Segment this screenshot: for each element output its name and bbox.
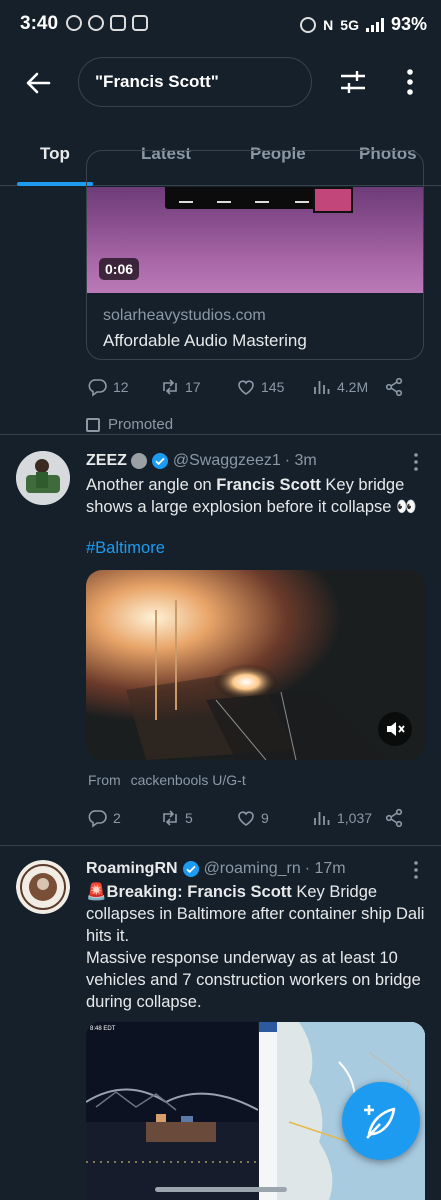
back-arrow-icon[interactable] [22,67,54,99]
promoted-icon [86,417,100,432]
repost-count: 5 [185,810,193,826]
status-bar: 3:40 N 5G 93% [0,0,441,52]
tweet-text: Another angle on Francis Scott Key bridg… [86,476,417,516]
repost-icon [163,379,177,395]
views-icon [314,812,330,825]
tweet-header: ZEEZ @Swaggzeez1 · 3m [86,452,317,470]
more-options-icon[interactable] [413,860,419,880]
video-frame [86,570,426,760]
repost-count: 17 [185,379,201,395]
handle[interactable]: @Swaggzeez1 [173,452,281,470]
views-button[interactable]: 1,037 [312,808,372,828]
repost-button[interactable]: 5 [160,808,193,828]
active-tab-indicator [17,182,93,186]
reply-button[interactable]: 12 [88,377,129,397]
tweet-header: RoamingRN @roaming_rn · 17m [86,860,346,878]
app-icon [110,15,126,31]
promoted-label: Promoted [86,416,173,433]
signal-icon [365,17,384,32]
repost-icon [163,810,177,826]
reply-count: 2 [113,810,121,826]
display-name[interactable]: ZEEZ [86,452,127,470]
messenger-icon [88,15,104,31]
home-indicator[interactable] [155,1187,287,1192]
emoji-icon [130,453,147,469]
more-options-icon[interactable] [413,452,419,472]
tweet-image-bridge[interactable]: 8:48 EDT [86,1022,258,1200]
filter-icon[interactable] [338,67,368,97]
display-name[interactable]: RoamingRN [86,860,178,878]
views-count: 1,037 [337,810,373,826]
lock-icon [132,15,148,31]
game-controller-icon [66,15,82,31]
video-source: From cackenbools U/G-t [88,772,246,788]
ad-title[interactable]: Affordable Audio Mastering [103,331,307,351]
compose-button[interactable] [342,1082,420,1160]
like-count: 145 [261,379,285,395]
ad-domain[interactable]: solarheavystudios.com [103,307,266,325]
verified-icon [151,453,168,469]
share-button[interactable] [384,377,404,397]
tab-top[interactable]: Top [40,144,70,164]
battery-level: 93% [390,14,427,34]
more-vertical-icon[interactable] [398,67,422,97]
system-icons: N 5G 93% [300,14,427,35]
hashtag-link[interactable]: #Baltimore [86,539,165,558]
status-time: 3:40 [20,13,59,34]
image-timestamp: 8:48 EDT [90,1026,116,1032]
search-header: "Francis Scott" [0,55,441,111]
share-button[interactable] [384,808,404,828]
network-type: 5G [340,16,359,33]
share-icon [385,808,403,828]
ad-video-device [165,187,335,209]
nfc-icon: N [323,16,334,33]
handle[interactable]: @roaming_rn [204,860,301,878]
ad-action-bar: 12 17 145 4.2M [88,375,418,399]
like-button[interactable]: 145 [236,377,284,397]
mute-icon [387,722,405,736]
video-duration: 0:06 [99,258,140,280]
avatar-image [16,860,70,914]
like-icon [238,811,254,826]
notification-icons [66,15,148,31]
views-icon [314,381,330,394]
verified-icon [182,861,199,877]
reply-icon [88,810,107,828]
like-button[interactable]: 9 [236,808,269,828]
views-button[interactable]: 4.2M [312,377,368,397]
bridge-photo [86,1022,258,1200]
search-input[interactable]: "Francis Scott" [78,57,312,107]
mute-button[interactable] [378,712,412,746]
views-count: 4.2M [337,379,369,395]
tweet-text: 🚨Breaking: Francis Scott Key Bridge coll… [86,883,425,1011]
like-count: 9 [261,810,269,826]
video-source-name[interactable]: cackenbools U/G-t [131,772,246,788]
like-icon [238,380,254,395]
avatar-image [16,451,70,505]
reply-icon [88,379,107,397]
divider [0,845,441,846]
ad-video-speaker [313,187,353,213]
tweet-action-bar: 2 5 9 1,037 [88,806,418,830]
reply-button[interactable]: 2 [88,808,121,828]
alarm-icon [300,16,317,33]
repost-button[interactable]: 17 [160,377,201,397]
avatar[interactable] [16,860,70,914]
reply-count: 12 [113,379,129,395]
ad-card[interactable]: 0:06 solarheavystudios.com Affordable Au… [86,150,424,360]
tweet-video[interactable] [86,570,426,760]
share-icon [385,377,403,397]
avatar[interactable] [16,451,70,505]
compose-icon [364,1105,396,1139]
tweet-time: · 3m [284,452,317,469]
tweet-time: · 17m [304,860,346,877]
divider [0,434,441,435]
